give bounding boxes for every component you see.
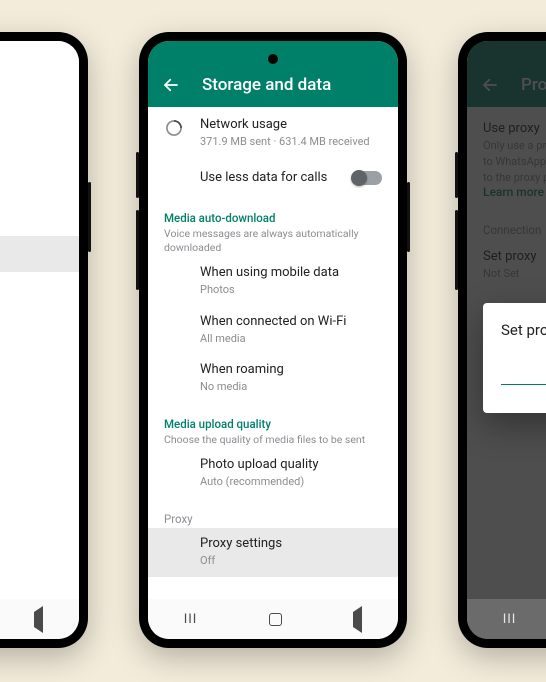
camera-hole — [268, 54, 278, 64]
row-primary: Network usage — [200, 117, 382, 134]
section-media-auto-download: Media auto-download Voice messages are a… — [148, 197, 398, 257]
row-secondary: Off — [200, 554, 382, 569]
less-data-toggle[interactable] — [352, 171, 382, 185]
app-bar: Storage and data — [148, 67, 398, 107]
row-proxy-settings[interactable]: Proxy settings Off — [148, 528, 398, 577]
row-wifi[interactable]: When connected on Wi-Fi All media — [148, 306, 398, 355]
row-secondary: number — [0, 84, 63, 99]
phone-frame-right: Proxy Use proxy Only use a proxy to What… — [458, 32, 546, 648]
section-subtitle: Voice messages are always automatically … — [164, 227, 382, 255]
row-secondary: 371.9 MB sent · 631.4 MB received — [200, 135, 382, 150]
row-secondary: All media — [200, 332, 382, 347]
setting-row-policy[interactable]: policy — [0, 374, 79, 410]
row-secondary: No media — [200, 380, 382, 395]
android-nav-bar: III — [0, 599, 79, 639]
row-less-data[interactable]: Use less data for calls — [148, 160, 398, 197]
phone-frame-center: Storage and data Network usage 371.9 MB … — [139, 32, 407, 648]
storage-data-content: Network usage 371.9 MB sent · 631.4 MB r… — [148, 107, 398, 597]
back-arrow-icon[interactable] — [162, 76, 180, 94]
row-secondary: policy — [0, 385, 63, 400]
set-proxy-dialog: Set proxy — [483, 303, 546, 413]
dialog-title: Set proxy — [501, 321, 546, 339]
setting-row-highlighted[interactable] — [0, 236, 79, 272]
row-primary: y — [0, 187, 63, 204]
section-title: Media auto-download — [164, 211, 382, 225]
row-primary: When roaming — [200, 362, 382, 379]
data-usage-icon — [164, 118, 184, 138]
section-subtitle: Choose the quality of media files to be … — [164, 433, 382, 447]
row-photo-upload[interactable]: Photo upload quality Auto (recommended) — [148, 449, 398, 498]
nav-home-icon[interactable] — [269, 613, 282, 626]
android-nav-bar: III — [467, 599, 546, 639]
section-proxy: Proxy — [148, 498, 398, 528]
row-primary: Proxy settings — [200, 536, 382, 553]
proxy-address-input[interactable] — [501, 363, 546, 385]
android-nav-bar: III — [148, 599, 398, 639]
page-title: Storage and data — [202, 75, 331, 95]
settings-content-partial: number y policy — [0, 67, 79, 557]
row-primary: When using mobile data — [200, 265, 382, 282]
setting-row-y[interactable]: y — [0, 177, 79, 214]
nav-recent-icon[interactable]: III — [503, 612, 517, 627]
row-network-usage[interactable]: Network usage 371.9 MB sent · 631.4 MB r… — [148, 107, 398, 160]
section-title: Proxy — [164, 512, 382, 526]
row-secondary: Auto (recommended) — [200, 475, 382, 490]
nav-recent-icon[interactable]: III — [184, 612, 198, 627]
status-bar — [0, 41, 79, 67]
section-media-upload: Media upload quality Choose the quality … — [148, 403, 398, 449]
row-mobile-data[interactable]: When using mobile data Photos — [148, 257, 398, 306]
nav-back-icon[interactable] — [34, 612, 43, 627]
row-primary: Photo upload quality — [200, 457, 382, 474]
nav-back-icon[interactable] — [353, 612, 362, 627]
section-title: Media upload quality — [164, 417, 382, 431]
row-primary: When connected on Wi-Fi — [200, 314, 382, 331]
setting-row-number[interactable]: number — [0, 73, 79, 109]
row-roaming[interactable]: When roaming No media — [148, 354, 398, 403]
row-secondary: Photos — [200, 283, 382, 298]
phone-frame-left: number y policy III — [0, 32, 88, 648]
